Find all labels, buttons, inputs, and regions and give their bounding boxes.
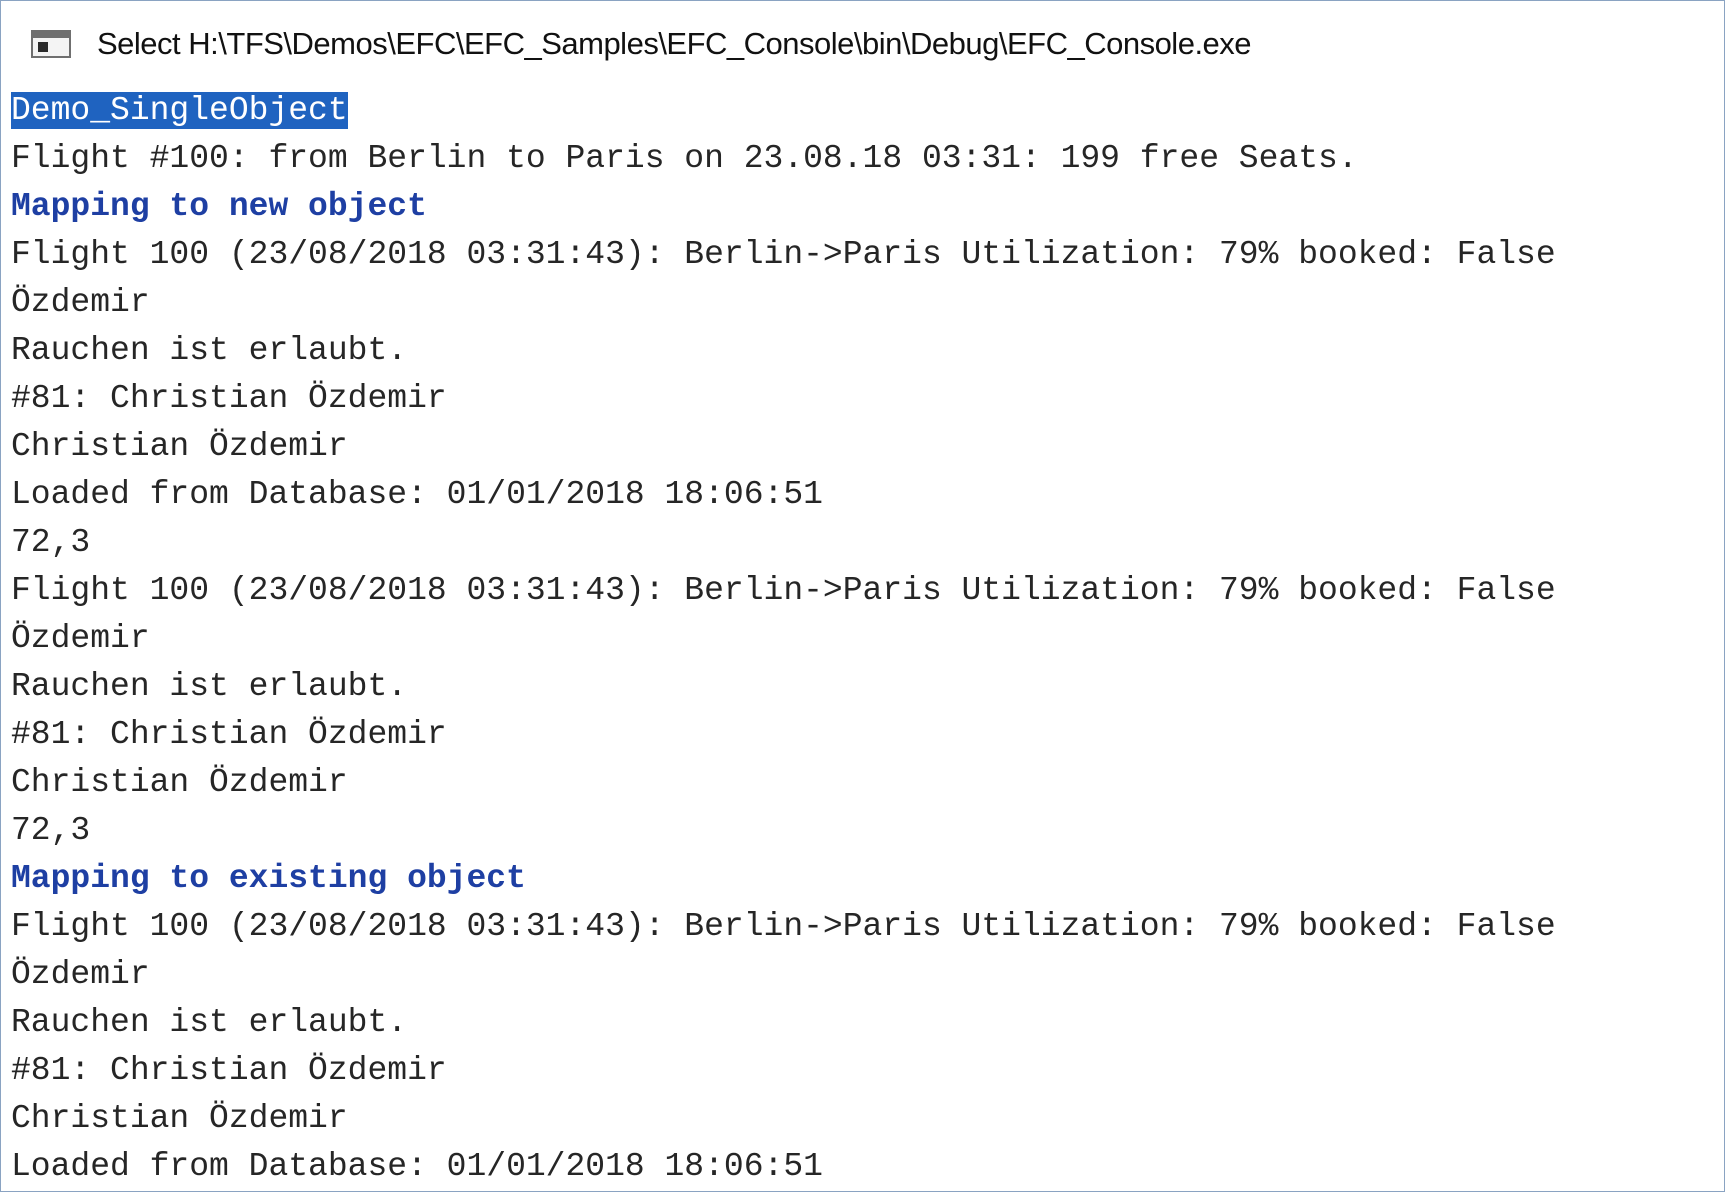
console-line: #81: Christian Özdemir bbox=[11, 1052, 447, 1089]
console-line: Christian Özdemir bbox=[11, 428, 348, 465]
title-bar[interactable]: Select H:\TFS\Demos\EFC\EFC_Samples\EFC_… bbox=[1, 1, 1724, 87]
console-line: Loaded from Database: 01/01/2018 18:06:5… bbox=[11, 1148, 823, 1185]
console-line-selected[interactable]: Demo_SingleObject bbox=[11, 87, 1724, 135]
section-heading: Mapping to existing object bbox=[11, 860, 526, 897]
console-line: Özdemir bbox=[11, 284, 150, 321]
console-app-icon[interactable] bbox=[31, 30, 71, 58]
console-line: Flight #100: from Berlin to Paris on 23.… bbox=[11, 140, 1358, 177]
console-line: Flight 100 (23/08/2018 03:31:43): Berlin… bbox=[11, 236, 1556, 273]
console-line: Rauchen ist erlaubt. bbox=[11, 1004, 408, 1041]
window-title: Select H:\TFS\Demos\EFC\EFC_Samples\EFC_… bbox=[97, 26, 1252, 61]
console-line: #81: Christian Özdemir bbox=[11, 380, 447, 417]
console-line: Christian Özdemir bbox=[11, 1100, 348, 1137]
console-line: Flight 100 (23/08/2018 03:31:43): Berlin… bbox=[11, 572, 1556, 609]
console-output[interactable]: Demo_SingleObject Flight #100: from Berl… bbox=[11, 87, 1724, 1191]
section-heading: Mapping to new object bbox=[11, 188, 427, 225]
console-window: Select H:\TFS\Demos\EFC\EFC_Samples\EFC_… bbox=[0, 0, 1725, 1192]
console-line: 72,3 bbox=[11, 812, 91, 849]
console-line: 72,3 bbox=[11, 524, 91, 561]
console-line: Rauchen ist erlaubt. bbox=[11, 668, 408, 705]
console-line: Christian Özdemir bbox=[11, 764, 348, 801]
console-line: Loaded from Database: 01/01/2018 18:06:5… bbox=[11, 476, 823, 513]
console-line: #81: Christian Özdemir bbox=[11, 716, 447, 753]
console-line: Özdemir bbox=[11, 620, 150, 657]
selected-text[interactable]: Demo_SingleObject bbox=[11, 92, 348, 129]
console-line: Özdemir bbox=[11, 956, 150, 993]
console-line: Rauchen ist erlaubt. bbox=[11, 332, 408, 369]
console-line: Flight 100 (23/08/2018 03:31:43): Berlin… bbox=[11, 908, 1556, 945]
